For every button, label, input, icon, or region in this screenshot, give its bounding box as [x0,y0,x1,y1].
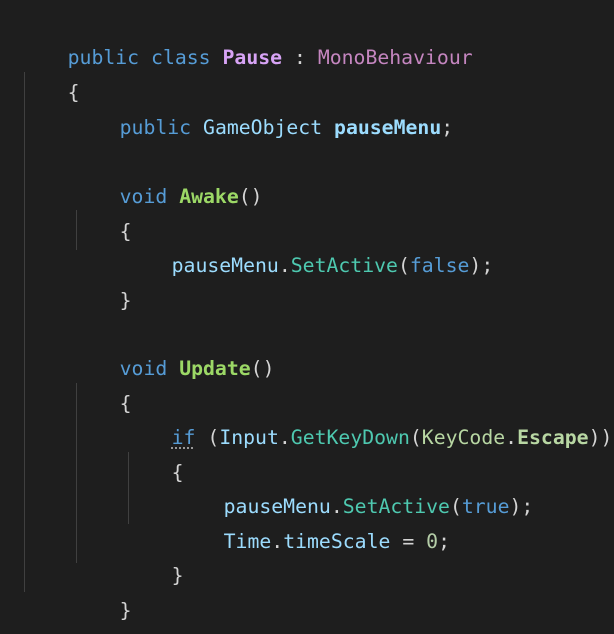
paren-open: ( [207,425,220,449]
code-line-5[interactable]: void Awake() [72,145,263,208]
method-awake: Awake [179,184,239,208]
code-line-6[interactable]: { [72,180,132,243]
keyword-class: class [151,45,211,69]
paren-close: )) [588,425,613,449]
indent-guide [24,72,25,592]
semicolon: ; [438,529,450,553]
code-editor[interactable]: public class Pause : MonoBehaviour { pub… [0,0,614,634]
enum-member-escape: Escape [517,425,589,449]
literal-false: false [409,253,470,277]
brace-close: } [119,598,132,622]
paren-open: ( [397,253,410,277]
code-line-1[interactable]: public class Pause : MonoBehaviour [20,6,473,69]
dot: . [278,253,291,277]
base-class: MonoBehaviour [317,45,473,69]
class-name: Pause [222,45,283,69]
brace-close: } [119,288,132,312]
paren-open: ( [449,494,462,518]
code-line-14[interactable]: pauseMenu.SetActive(true); [176,455,534,518]
literal-true: true [461,494,510,518]
field-pausemenu: pauseMenu [334,115,442,139]
operator-equals: = [402,529,415,553]
parens: () [250,356,275,380]
code-line-10[interactable]: void Update() [72,317,275,380]
code-line-7[interactable]: pauseMenu.SetActive(false); [124,214,494,277]
code-line-11[interactable]: { [72,352,132,415]
dot: . [271,529,284,553]
code-line-13[interactable]: { [124,421,184,484]
dot: . [505,425,518,449]
method-setactive: SetActive [290,253,398,277]
parens: () [238,184,263,208]
code-line-18[interactable]: } [20,593,80,634]
code-line-12[interactable]: if (Input.GetKeyDown(KeyCode.Escape)) [124,386,613,449]
number-zero: 0 [426,529,439,553]
method-getkeydown: GetKeyDown [290,425,410,449]
property-timescale: timeScale [283,529,391,553]
colon: : [293,45,306,69]
code-line-3[interactable]: public GameObject pauseMenu; [72,76,454,139]
field-pausemenu: pauseMenu [171,253,279,277]
type-gameobject: GameObject [203,115,323,139]
paren-close-semicolon: ); [469,253,494,277]
paren-open: ( [409,425,422,449]
code-line-17[interactable]: } [72,559,132,622]
class-input: Input [219,425,279,449]
class-time: Time [223,529,272,553]
method-update: Update [179,356,251,380]
code-line-8[interactable]: } [72,249,132,312]
semicolon: ; [441,115,454,139]
enum-keycode: KeyCode [421,425,506,449]
paren-close-semicolon: ); [509,494,534,518]
code-line-16[interactable]: } [124,524,184,587]
code-line-2[interactable]: { [20,41,80,104]
brace-close: } [171,563,184,587]
keyword-public: public [119,115,192,139]
code-line-15[interactable]: Time.timeScale = 0; [176,490,450,553]
dot: . [278,425,291,449]
